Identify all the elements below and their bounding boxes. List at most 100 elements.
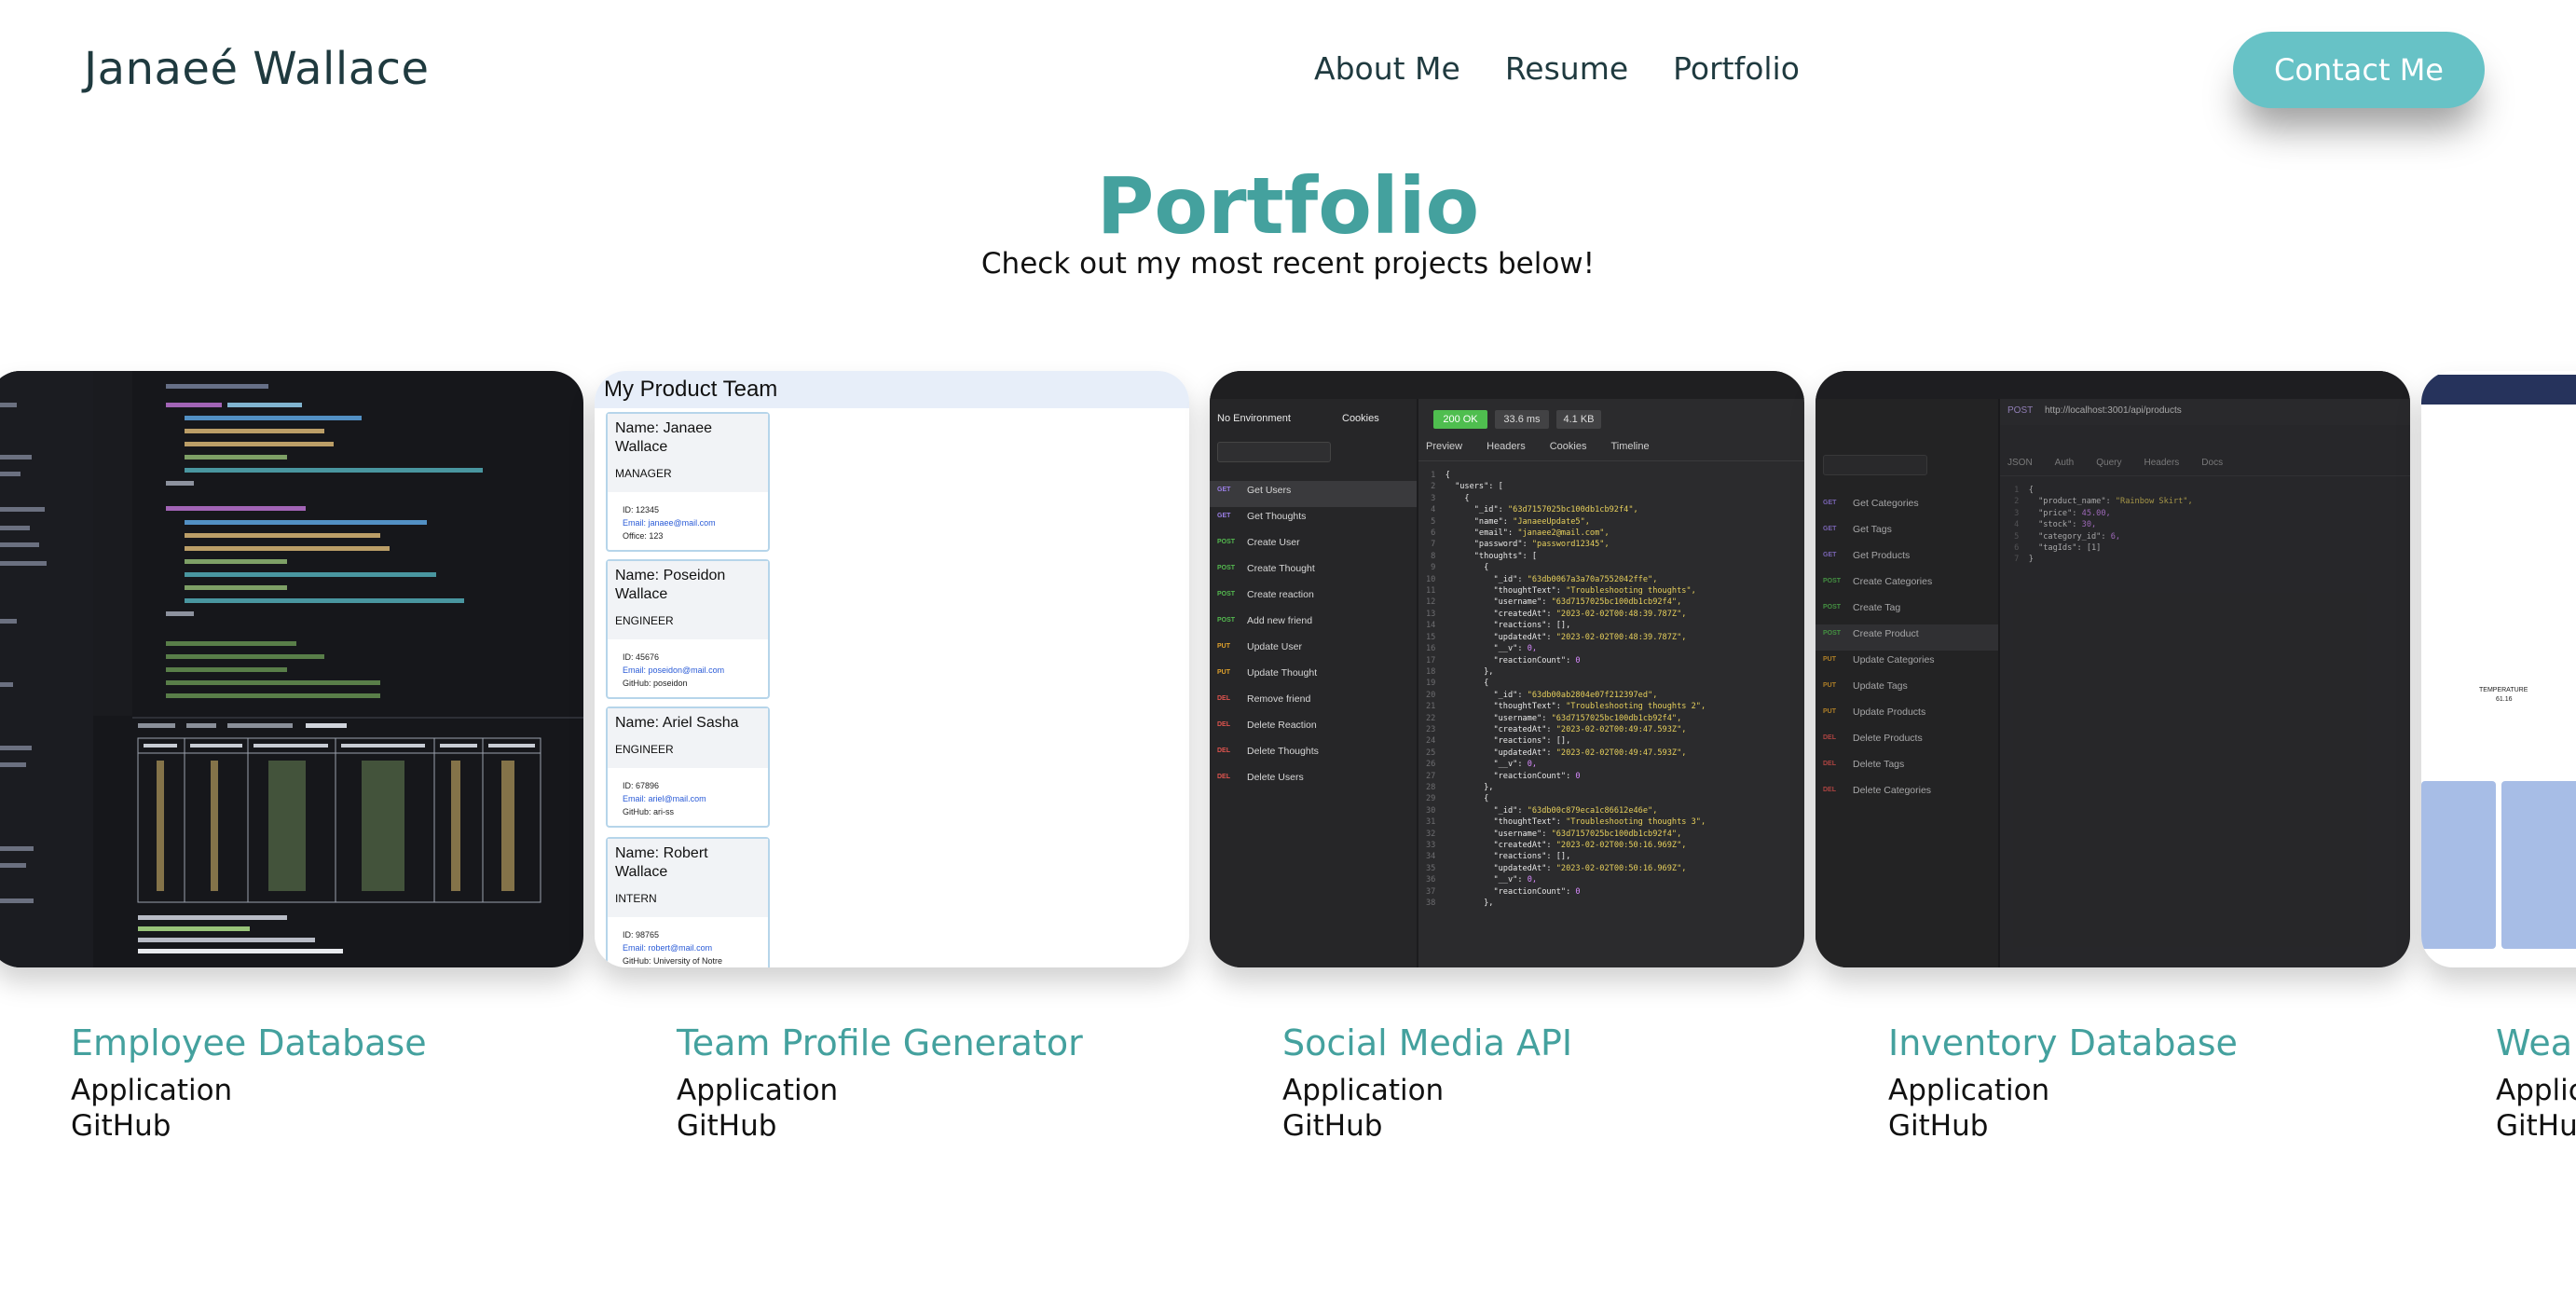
request-name: Delete Users	[1247, 772, 1304, 783]
sql-terminal-screenshot	[0, 371, 583, 967]
code-line: 12 "username": "63d7157025bc100db1cb92f4…	[1426, 597, 1682, 608]
request-item[interactable]: DEL Delete Users	[1210, 768, 1417, 794]
application-link[interactable]: Applic	[2496, 1073, 2576, 1108]
request-name: Get Thoughts	[1247, 511, 1307, 522]
request-item[interactable]: POST Add new friend	[1210, 611, 1417, 638]
code-line: 14 "reactions": [],	[1426, 621, 1571, 631]
request-item[interactable]: GET Get Thoughts	[1210, 507, 1417, 533]
request-item[interactable]: GET Get Users	[1210, 481, 1417, 507]
weather-header-bar	[2421, 375, 2576, 405]
code-line: 29 {	[1426, 794, 1489, 804]
filter-input[interactable]	[1217, 442, 1331, 462]
code-line: 18 },	[1426, 666, 1494, 677]
request-name: Create User	[1247, 537, 1300, 548]
request-item[interactable]: DEL Delete Thoughts	[1210, 742, 1417, 768]
request-item[interactable]: PUT Update Thought	[1210, 664, 1417, 690]
request-name: Add new friend	[1247, 615, 1313, 626]
application-link[interactable]: Application	[1282, 1073, 1444, 1108]
insomnia-title-bar	[1210, 371, 1804, 399]
request-method-badge: GET	[1217, 513, 1231, 519]
project-title[interactable]: Inventory Database	[1888, 1021, 2238, 1065]
code-line: 24 "reactions": [],	[1426, 736, 1571, 747]
request-item[interactable]: POST Create Thought	[1210, 559, 1417, 585]
code-line: 26 "__v": 0,	[1426, 760, 1538, 770]
request-item[interactable]: PUT Update User	[1210, 638, 1417, 664]
project-screenshot-inventory-database[interactable]: POST http://localhost:3001/api/products …	[1816, 371, 2410, 967]
github-link[interactable]: GitHub	[71, 1108, 171, 1144]
code-line: 27 "reactionCount": 0	[1426, 771, 1581, 781]
tab-cookies[interactable]: Cookies	[1550, 440, 1587, 453]
response-size-badge: 4.1 KB	[1556, 410, 1601, 429]
code-line: 19 {	[1426, 679, 1489, 689]
code-line: 2 "users": [	[1426, 482, 1503, 492]
request-name: Create Thought	[1247, 563, 1315, 574]
code-line: 32 "username": "63d7157025bc100db1cb92f4…	[1426, 829, 1682, 839]
project-card-inventory-database: POST http://localhost:3001/api/products …	[1816, 371, 2410, 1063]
employee-card: Name: Ariel Sasha ENGINEER ID: 67896 Ema…	[606, 706, 770, 828]
weather-temperature-label: TEMPERATURE	[2479, 687, 2528, 693]
request-name: Delete Thoughts	[1247, 746, 1319, 757]
code-line: 8 "thoughts": [	[1426, 551, 1538, 561]
project-screenshot-team-profile-generator[interactable]: My Product Team Name: Janaee Wallace MAN…	[595, 371, 1189, 967]
request-name: Update User	[1247, 641, 1302, 652]
code-line: 7 "password": "password12345",	[1426, 540, 1610, 550]
project-title[interactable]: Employee Database	[71, 1021, 427, 1065]
code-line: 38 },	[1426, 898, 1494, 909]
tab-timeline[interactable]: Timeline	[1610, 440, 1649, 453]
forecast-card	[2421, 781, 2496, 949]
project-title[interactable]: Team Profile Generator	[677, 1021, 1083, 1065]
tab-preview[interactable]: Preview	[1426, 440, 1462, 453]
code-line: 25 "updatedAt": "2023-02-02T00:49:47.593…	[1426, 748, 1687, 758]
nav-about-me[interactable]: About Me	[1314, 48, 1460, 89]
employee-card: Name: Poseidon Wallace ENGINEER ID: 4567…	[606, 559, 770, 699]
application-link[interactable]: Application	[71, 1073, 232, 1108]
request-name: Get Users	[1247, 485, 1292, 496]
page-subtitle: Check out my most recent projects below!	[980, 247, 1596, 281]
request-item[interactable]: DEL Delete Reaction	[1210, 716, 1417, 742]
request-method-badge: POST	[1217, 591, 1236, 597]
code-line: 15 "updatedAt": "2023-02-02T00:48:39.787…	[1426, 632, 1687, 642]
github-link[interactable]: GitHub	[1888, 1108, 1988, 1144]
application-link[interactable]: Application	[1888, 1073, 2049, 1108]
project-screenshot-employee-database[interactable]	[0, 371, 583, 967]
environment-selector[interactable]: No Environment	[1217, 412, 1291, 425]
employee-card: Name: Robert Wallace INTERN ID: 98765 Em…	[606, 837, 770, 967]
request-method-badge: POST	[1217, 539, 1236, 545]
code-line: 22 "username": "63d7157025bc100db1cb92f4…	[1426, 713, 1682, 723]
code-line: 17 "reactionCount": 0	[1426, 655, 1581, 665]
request-method-badge: GET	[1217, 487, 1231, 493]
weather-temperature-value: 61.16	[2496, 696, 2513, 703]
code-line: 10 "_id": "63db0067a3a70a7552042ffe",	[1426, 574, 1658, 584]
project-title[interactable]: Social Media API	[1282, 1021, 1572, 1065]
application-link[interactable]: Application	[677, 1073, 838, 1108]
code-line: 34 "reactions": [],	[1426, 852, 1571, 862]
github-link[interactable]: GitHub	[1282, 1108, 1382, 1144]
portfolio-page: Janaeé Wallace About Me Resume Portfolio…	[0, 0, 2576, 1303]
github-link[interactable]: GitHub	[677, 1108, 776, 1144]
code-line: 9 {	[1426, 563, 1489, 573]
response-time-badge: 33.6 ms	[1495, 410, 1549, 429]
tab-headers[interactable]: Headers	[1487, 440, 1526, 453]
nav-resume[interactable]: Resume	[1505, 48, 1628, 89]
project-title[interactable]: Wea	[2496, 1021, 2572, 1065]
request-item[interactable]: DEL Remove friend	[1210, 690, 1417, 716]
page-title: Portfolio	[1096, 160, 1480, 252]
contact-me-button[interactable]: Contact Me	[2233, 32, 2485, 108]
request-item[interactable]: POST Create User	[1210, 533, 1417, 559]
code-line: 35 "updatedAt": "2023-02-02T00:50:16.969…	[1426, 863, 1687, 873]
site-brand[interactable]: Janaeé Wallace	[84, 41, 430, 97]
github-link[interactable]: GitHu	[2496, 1108, 2576, 1144]
cookies-button[interactable]: Cookies	[1342, 412, 1379, 425]
request-item[interactable]: POST Create reaction	[1210, 585, 1417, 611]
nav-portfolio[interactable]: Portfolio	[1673, 48, 1800, 89]
request-method-badge: PUT	[1217, 643, 1230, 650]
code-line: 4 "_id": "63d7157025bc100db1cb92f4",	[1426, 505, 1638, 515]
project-screenshot-social-media-api[interactable]: No Environment Cookies GET Get Users GET Ge…	[1210, 371, 1804, 967]
project-card-employee-database: Employee Database	[0, 371, 583, 1063]
code-line: 33 "createdAt": "2023-02-02T00:50:16.969…	[1426, 841, 1687, 850]
code-line: 3 {	[1426, 493, 1470, 503]
code-line: 11 "thoughtText": "Troubleshooting thoug…	[1426, 586, 1696, 597]
request-name: Create reaction	[1247, 589, 1314, 600]
request-name: Remove friend	[1247, 693, 1311, 705]
project-screenshot-weather[interactable]: TEMPERATURE 61.16	[2421, 371, 2576, 967]
